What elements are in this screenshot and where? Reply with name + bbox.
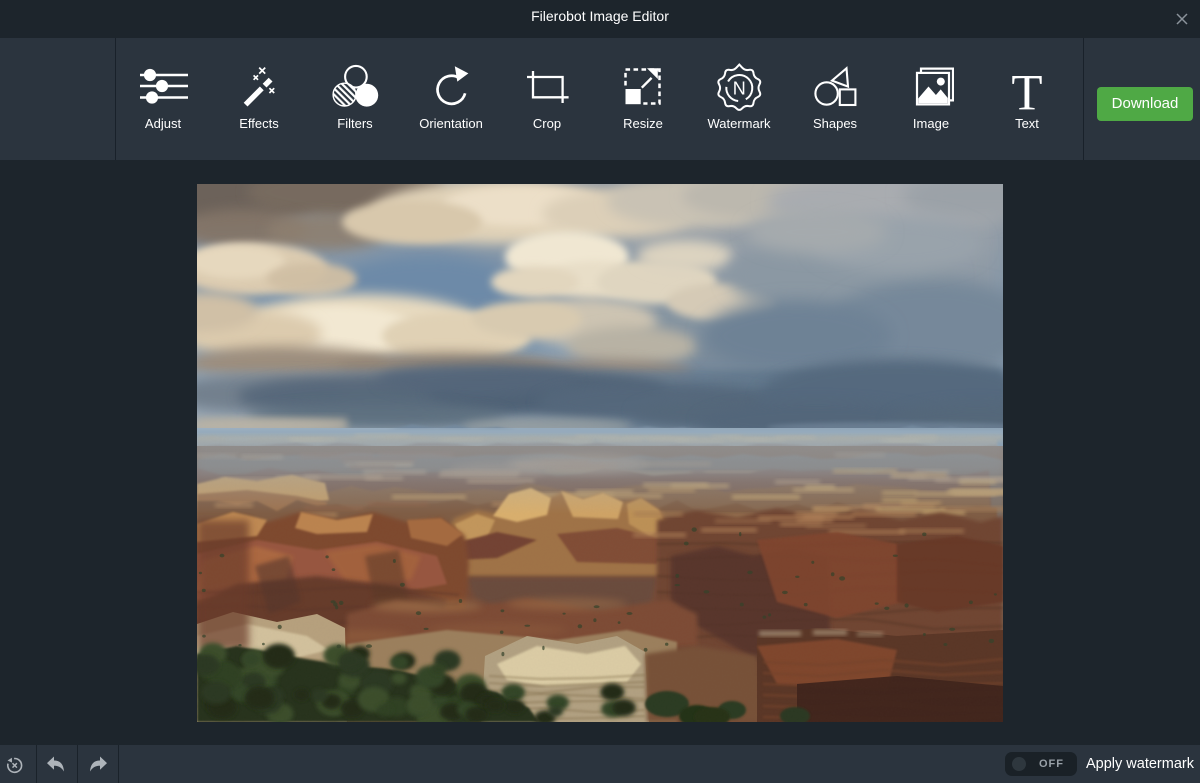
svg-text:N: N [733,79,746,99]
svg-text:T: T [1011,65,1042,112]
